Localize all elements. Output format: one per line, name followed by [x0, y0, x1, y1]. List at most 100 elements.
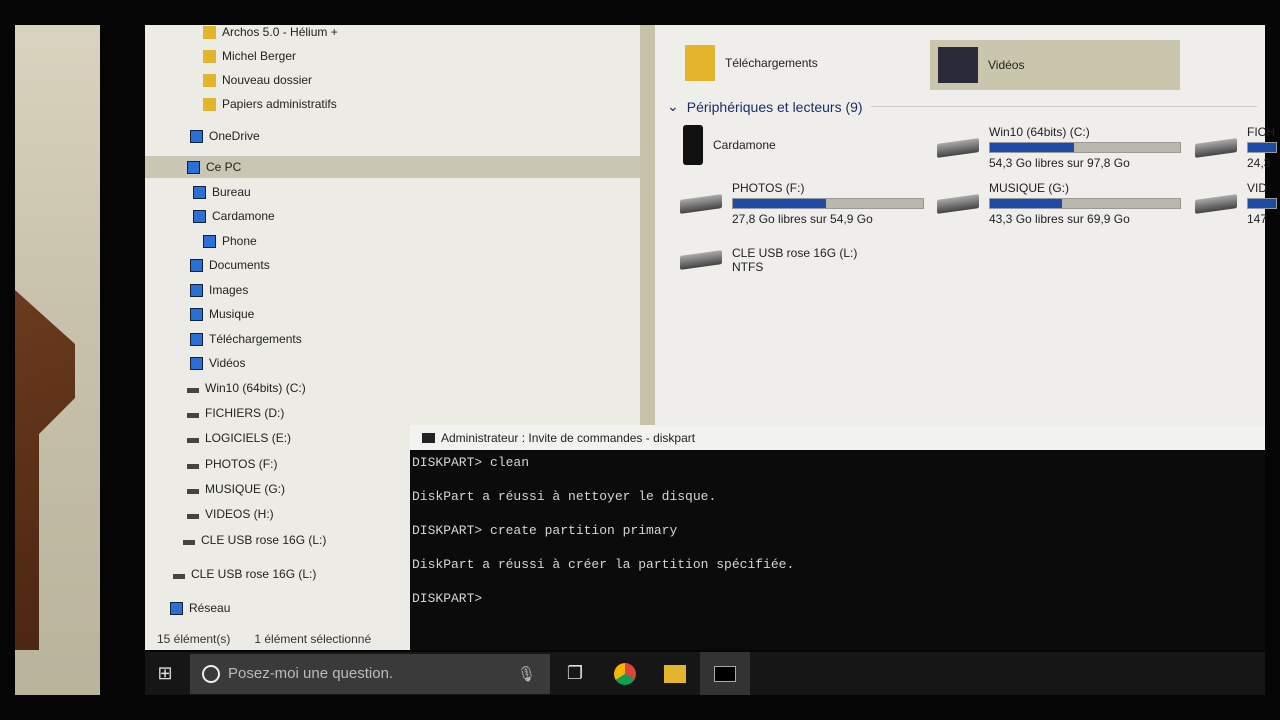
folder-icon	[203, 73, 216, 87]
drive-icon	[187, 412, 199, 418]
drive-l[interactable]: CLE USB rose 16G (L:) NTFS	[680, 246, 857, 274]
nav-item[interactable]: Vidéos	[190, 352, 245, 374]
nav-item[interactable]: Téléchargements	[190, 328, 302, 350]
nav-item-label: Documents	[209, 258, 270, 272]
microphone-icon[interactable]: 🎙	[517, 665, 536, 683]
label: Périphériques et lecteurs (9)	[686, 98, 863, 115]
location-icon	[190, 356, 203, 370]
drive-c[interactable]: Win10 (64bits) (C:) 54,3 Go libres sur 97…	[937, 125, 1181, 170]
devices-section-header[interactable]: ⌄ Périphériques et lecteurs (9)	[667, 98, 1257, 115]
nav-item[interactable]: Win10 (64bits) (C:)	[187, 377, 306, 399]
location-icon	[193, 185, 206, 199]
cortana-search-box[interactable]: Posez-moi une question. 🎙	[190, 653, 550, 694]
console-output[interactable]: DISKPART> clean DiskPart a réussi à nett…	[410, 450, 1265, 611]
drive-icon	[187, 463, 199, 469]
folder-icon	[203, 25, 216, 39]
command-prompt-window[interactable]: Administrateur : Invite de commandes - d…	[410, 425, 1265, 650]
info: 27,8 Go libres sur 54,9 Go	[732, 212, 873, 226]
usage-fill	[990, 143, 1074, 152]
drive-icon	[173, 573, 185, 579]
nav-item-label: Bureau	[212, 185, 251, 199]
nav-item-label: Images	[209, 283, 249, 297]
title-bar[interactable]: Administrateur : Invite de commandes - d…	[410, 425, 1265, 450]
usb-drive-icon	[680, 250, 722, 270]
status-bar: 15 élément(s) 1 élément sélectionné	[157, 632, 371, 646]
nav-item[interactable]: MUSIQUE (G:)	[187, 478, 285, 500]
nav-item-label: PHOTOS (F:)	[205, 457, 278, 471]
drive-icon	[680, 193, 722, 214]
nav-item-label: CLE USB rose 16G (L:)	[191, 567, 317, 581]
drive-g[interactable]: MUSIQUE (G:) 43,3 Go libres sur 69,9 Go	[937, 181, 1181, 226]
nav-item-label: OneDrive	[209, 129, 260, 143]
nav-item[interactable]: Musique	[190, 303, 254, 325]
drive-icon	[1195, 137, 1237, 158]
nav-item[interactable]: CLE USB rose 16G (L:)	[173, 563, 316, 585]
nav-item-label: CLE USB rose 16G (L:)	[201, 533, 327, 547]
location-icon	[190, 129, 203, 143]
folder-videos[interactable]: Vidéos	[930, 40, 1180, 90]
location-icon	[170, 601, 183, 615]
windows-drive-icon	[937, 137, 979, 158]
info: NTFS	[732, 260, 764, 274]
nav-item[interactable]: Archos 5.0 - Hélium +	[203, 21, 338, 43]
usage-fill	[733, 199, 827, 208]
nav-item[interactable]: Ce PC	[145, 156, 640, 178]
nav-item-label: Cardamone	[212, 209, 275, 223]
info: 43,3 Go libres sur 69,9 Go	[989, 212, 1130, 226]
pane-splitter[interactable]	[640, 25, 655, 425]
nav-item[interactable]: LOGICIELS (E:)	[187, 427, 291, 449]
location-icon	[190, 332, 203, 346]
device-cardamone[interactable]: Cardamone	[683, 125, 776, 165]
nav-item[interactable]: Bureau	[193, 181, 251, 203]
nav-item[interactable]: CLE USB rose 16G (L:)	[183, 529, 326, 551]
drive-icon	[187, 437, 199, 443]
drive-icon	[937, 193, 979, 214]
label: Vidéos	[988, 58, 1025, 72]
windows-start-icon[interactable]: ⊞	[140, 652, 190, 695]
search-placeholder: Posez-moi une question.	[228, 665, 394, 682]
nav-item-label: FICHIERS (D:)	[205, 406, 285, 420]
drive-icon	[1195, 193, 1237, 214]
location-icon	[193, 209, 206, 223]
nav-item[interactable]: Nouveau dossier	[203, 69, 312, 91]
nav-item-label: Phone	[222, 234, 257, 248]
drive-icon	[183, 539, 195, 545]
chrome-icon[interactable]	[600, 652, 650, 695]
nav-item[interactable]: Phone	[203, 230, 257, 252]
info: 147	[1247, 212, 1268, 226]
folder-icon	[203, 97, 216, 111]
label: VID	[1247, 181, 1268, 195]
usage-bar	[989, 198, 1181, 209]
nav-item-label: Michel Berger	[222, 49, 297, 63]
drive-f[interactable]: PHOTOS (F:) 27,8 Go libres sur 54,9 Go	[680, 181, 924, 226]
nav-item[interactable]: Michel Berger	[203, 45, 296, 67]
location-icon	[203, 234, 216, 248]
nav-item[interactable]: VIDEOS (H:)	[187, 503, 274, 525]
label: Cardamone	[713, 138, 776, 152]
cortana-icon	[202, 664, 220, 683]
nav-item[interactable]: Images	[190, 279, 248, 301]
nav-item[interactable]: Réseau	[170, 597, 230, 619]
nav-item[interactable]: Papiers administratifs	[203, 93, 337, 115]
videos-folder-icon	[938, 47, 978, 83]
downloads-folder-icon	[685, 45, 715, 81]
taskbar: ⊞ Posez-moi une question. 🎙 ❐	[145, 652, 1265, 695]
location-icon	[187, 160, 200, 174]
drive-icon	[187, 488, 199, 494]
usage-bar	[1247, 142, 1277, 153]
task-view-icon[interactable]: ❐	[550, 652, 600, 695]
drive-d-partial[interactable]: FICH 24,3	[1195, 125, 1277, 170]
nav-item-label: Nouveau dossier	[222, 73, 313, 87]
folder-downloads[interactable]: Téléchargements	[685, 45, 818, 81]
nav-item[interactable]: Documents	[190, 254, 270, 276]
nav-item[interactable]: Cardamone	[193, 205, 275, 227]
nav-item[interactable]: PHOTOS (F:)	[187, 453, 277, 475]
nav-item[interactable]: FICHIERS (D:)	[187, 402, 284, 424]
usage-bar	[989, 142, 1181, 153]
file-explorer-icon[interactable]	[650, 652, 700, 695]
usage-fill	[990, 199, 1063, 208]
drive-h-partial[interactable]: VID 147	[1195, 181, 1277, 226]
cmd-taskbar-icon[interactable]	[700, 652, 750, 695]
nav-item[interactable]: OneDrive	[190, 125, 260, 147]
cmd-icon	[422, 432, 435, 443]
